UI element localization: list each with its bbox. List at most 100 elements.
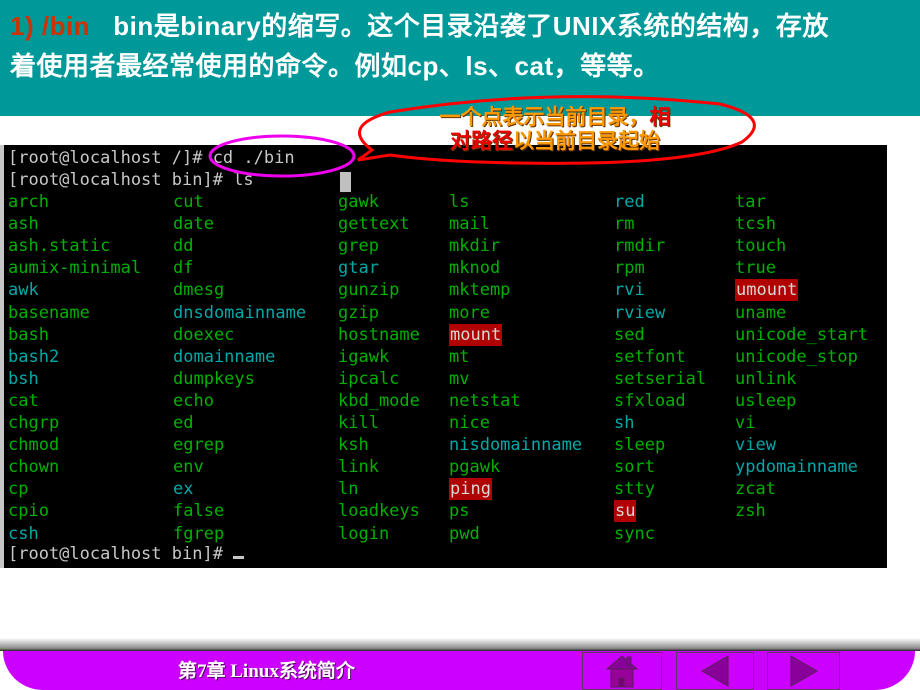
ls-entry-gzip: gzip — [338, 302, 379, 323]
ls-entry-red: red — [614, 192, 645, 212]
ls-entry-setserial: setserial — [614, 368, 707, 389]
ls-entry-unicode-start: unicode_start — [735, 324, 869, 345]
previous-slide-button[interactable] — [676, 652, 754, 690]
ls-entry-ed: ed — [173, 413, 194, 433]
terminal-screenshot: [root@localhost /]# cd ./bin [root@local… — [0, 145, 887, 568]
ls-entry-nice: nice — [449, 413, 490, 433]
header-line-2: 着使用者最经常使用的命令。例如cp、ls、cat，等等。 — [10, 51, 660, 81]
ls-entry-sh: sh — [614, 413, 635, 433]
terminal-cursor — [233, 556, 245, 559]
terminal-prompt-text: [root@localhost bin]# — [8, 544, 234, 564]
ls-entry-dd: dd — [173, 236, 194, 257]
ls-entry-rm: rm — [614, 214, 635, 235]
ls-entry-gtar: gtar — [338, 258, 379, 279]
ls-entry-chmod: chmod — [8, 435, 60, 456]
callout-line-1-main: 一个点表示当前目录， — [439, 106, 650, 129]
ls-entry-ash-static: ash.static — [8, 236, 111, 257]
ls-entry-zcat: zcat — [735, 479, 776, 500]
ls-entry-egrep: egrep — [173, 435, 225, 456]
ls-entry-igawk: igawk — [338, 346, 390, 367]
ls-entry-grep: grep — [338, 236, 379, 257]
ls-entry-doexec: doexec — [173, 324, 235, 345]
ls-entry-ln: ln — [338, 479, 359, 500]
ls-entry-sfxload: sfxload — [614, 390, 686, 411]
ls-entry-ksh: ksh — [338, 435, 369, 456]
terminal-command-cd: [root@localhost /]# cd ./bin — [8, 148, 295, 168]
ls-entry-pwd: pwd — [449, 523, 480, 544]
ls-entry-pgawk: pgawk — [449, 457, 501, 478]
ls-entry-uname: uname — [735, 302, 787, 323]
ls-entry-ypdomainname: ypdomainname — [735, 457, 858, 478]
ls-entry-cpio: cpio — [8, 501, 49, 522]
ls-entry-sed: sed — [614, 324, 645, 345]
ls-entry-true: true — [735, 258, 776, 279]
ls-entry-mail: mail — [449, 214, 490, 235]
ls-entry-ash: ash — [8, 214, 39, 235]
callout-line-1: 一个点表示当前目录，相 — [400, 106, 710, 130]
ls-entry-echo: echo — [173, 390, 214, 411]
chapter-title: 第7章 Linux系统简介 — [178, 661, 355, 682]
ls-entry-fgrep: fgrep — [173, 523, 225, 544]
ls-entry-loadkeys: loadkeys — [338, 501, 420, 522]
ls-entry-view: view — [735, 435, 776, 456]
ls-entry-ping: ping — [449, 478, 492, 501]
footer-divider — [0, 638, 920, 651]
ls-entry-cat: cat — [8, 390, 39, 411]
ls-entry-unlink: unlink — [735, 368, 797, 389]
ls-entry-sleep: sleep — [614, 435, 666, 456]
ls-entry-gunzip: gunzip — [338, 280, 400, 301]
ls-entry-mount: mount — [449, 323, 503, 346]
ls-entry-bsh: bsh — [8, 368, 39, 389]
ls-entry-mkdir: mkdir — [449, 236, 501, 257]
home-button[interactable] — [582, 652, 662, 690]
home-icon — [605, 655, 639, 688]
ls-entry-more: more — [449, 302, 490, 323]
ls-entry-mktemp: mktemp — [449, 280, 511, 301]
ls-entry-usleep: usleep — [735, 390, 797, 411]
ls-entry-dnsdomainname: dnsdomainname — [173, 302, 307, 323]
ls-entry-chgrp: chgrp — [8, 413, 60, 433]
ls-entry-ls: ls — [449, 192, 470, 212]
ls-entry-setfont: setfont — [614, 346, 686, 367]
ls-entry-cut: cut — [173, 192, 204, 212]
header-prefix: 1) /bin — [10, 11, 91, 41]
ls-entry-basename: basename — [8, 302, 90, 323]
ls-entry-domainname: domainname — [173, 346, 276, 367]
next-slide-button[interactable] — [767, 652, 840, 690]
ls-entry-netstat: netstat — [449, 390, 521, 411]
callout-line-2-red: 对路径 — [450, 130, 513, 153]
ls-entry-login: login — [338, 523, 390, 544]
ls-entry-gawk: gawk — [338, 192, 379, 212]
ls-entry-false: false — [173, 501, 225, 522]
ls-entry-rmdir: rmdir — [614, 236, 666, 257]
ls-entry-link: link — [338, 457, 379, 478]
ls-entry-gettext: gettext — [338, 214, 410, 235]
callout-line-2-main: 以当前目录起始 — [513, 130, 660, 153]
ls-entry-df: df — [173, 258, 194, 279]
ls-entry-rvi: rvi — [614, 280, 645, 301]
ls-entry-sort: sort — [614, 457, 655, 478]
callout-line-1-red: 相 — [649, 106, 671, 129]
ls-entry-rpm: rpm — [614, 258, 645, 279]
ls-entry-kill: kill — [338, 413, 379, 433]
callout-line-2: 对路径以当前目录起始 — [400, 130, 710, 154]
ls-entry-dmesg: dmesg — [173, 280, 225, 301]
triangle-left-icon — [700, 655, 729, 687]
ls-entry-touch: touch — [735, 236, 787, 257]
ls-entry-cp: cp — [8, 479, 29, 500]
callout-text: 一个点表示当前目录，相 对路径以当前目录起始 — [400, 106, 710, 154]
ls-entry-env: env — [173, 457, 204, 478]
ls-entry-su: su — [614, 500, 637, 523]
ls-entry-chown: chown — [8, 457, 60, 478]
ls-entry-awk: awk — [8, 280, 39, 301]
ls-entry-zsh: zsh — [735, 501, 766, 522]
triangle-right-icon — [790, 655, 818, 687]
ls-entry-date: date — [173, 214, 214, 235]
slide-header: 1) /bin bin是binary的缩写。这个目录沿袭了UNIX系统的结构，存… — [0, 0, 920, 116]
ls-entry-vi: vi — [735, 413, 756, 433]
terminal-final-prompt: [root@localhost bin]# — [8, 543, 245, 565]
ls-entry-kbd-mode: kbd_mode — [338, 390, 420, 411]
ls-entry-mv: mv — [449, 368, 470, 389]
ls-entry-stty: stty — [614, 479, 655, 500]
ls-entry-mknod: mknod — [449, 258, 501, 279]
